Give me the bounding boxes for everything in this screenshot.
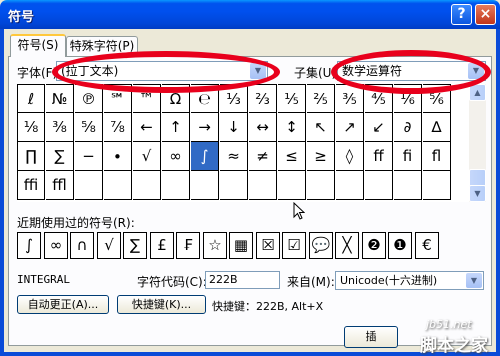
symbol-cell[interactable]: ∏ [17,142,45,171]
symbol-cell[interactable] [104,171,132,200]
symbol-cell[interactable]: ↑ [162,113,190,142]
symbol-cell[interactable] [423,171,451,200]
symbol-cell[interactable]: ∫ [191,142,219,171]
recent-symbol-cell[interactable]: € [415,232,439,259]
char-code-input[interactable]: 222B [205,271,280,289]
autocorrect-button[interactable]: 自动更正(A)... [17,295,109,314]
recent-symbol-cell[interactable]: ☒ [256,232,280,259]
from-select-value: Unicode(十六进制) [340,274,438,287]
mouse-cursor-icon [293,202,305,220]
recent-symbol-cell[interactable]: ╳ [335,232,359,259]
recent-symbol-cell[interactable]: ∫ [17,232,41,259]
char-code-label: 字符代码(C): [137,275,207,289]
symbol-cell[interactable] [307,171,335,200]
symbol-cell[interactable]: ↙ [365,113,393,142]
recent-symbol-cell[interactable]: √ [97,232,121,259]
recent-symbol-cell[interactable]: ❷ [362,232,386,259]
symbol-cell[interactable]: ↖ [307,113,335,142]
recent-symbol-cell[interactable]: ▦ [229,232,253,259]
symbol-cell[interactable]: ∙ [104,142,132,171]
symbol-cell[interactable]: ⅔ [249,84,277,113]
symbol-cell[interactable]: ⅛ [17,113,45,142]
symbol-cell[interactable] [220,171,248,200]
recent-symbol-cell[interactable]: ☑ [282,232,306,259]
insert-button[interactable]: 插 [344,326,398,348]
highlight-ellipse-font [52,51,280,93]
shortcut-key-button[interactable]: 快捷键(K)... [117,295,206,314]
symbol-cell[interactable]: ⅞ [104,113,132,142]
highlight-ellipse-subset [331,50,491,94]
symbol-cell[interactable]: → [191,113,219,142]
symbol-cell[interactable]: √ [133,142,161,171]
symbol-cell[interactable]: ﬀ [365,142,393,171]
scroll-up-arrow[interactable]: ▲ [469,84,486,101]
symbol-cell[interactable]: № [46,84,74,113]
symbol-cell[interactable]: ﬃ [17,171,45,200]
symbol-cell[interactable]: ℓ [17,84,45,113]
symbol-cell[interactable]: ⅕ [278,84,306,113]
recent-symbol-cell[interactable]: ∩ [70,232,94,259]
symbol-cell[interactable]: ≈ [220,142,248,171]
symbol-cell[interactable] [75,171,103,200]
from-select[interactable]: Unicode(十六进制) ▼ [335,271,484,290]
from-label: 来自(M): [287,275,335,289]
shortcut-key-text: 快捷键：222B, Alt+X [212,300,324,313]
symbol-cell[interactable] [162,171,190,200]
window-title: 符号 [8,10,35,25]
symbol-cell[interactable] [249,171,277,200]
symbol-cell[interactable]: ◊ [336,142,364,171]
symbol-cell[interactable]: − [75,142,103,171]
symbol-grid: ℓ № ℗ ℠ ™ Ω ℮ ⅓ ⅔ ⅕ ⅖ ⅗ ⅘ ⅙ ⅚ ⅛ ⅜ ⅝ ⅞ ← ↑ → ↓ ↔ ↕ ↖ ↗ ↙ ∂ ∆ ∏ ∑ − ∙ √ ∞ ∫ ≈ ≠ ≤… [17,84,469,202]
symbol-cell[interactable] [394,171,422,200]
symbol-cell[interactable] [278,171,306,200]
scroll-down-arrow[interactable]: ▼ [469,185,486,202]
tab-symbols[interactable]: 符号(S) [10,34,66,57]
symbol-cell[interactable]: ∆ [423,113,451,142]
symbol-cell[interactable]: ⅝ [75,113,103,142]
symbol-cell[interactable] [191,171,219,200]
recent-symbol-cell[interactable]: ❶ [388,232,412,259]
grid-scrollbar[interactable]: ▲ ▼ [469,84,486,202]
recent-symbol-cell[interactable]: ∑ [123,232,147,259]
symbol-cell[interactable]: ↔ [249,113,277,142]
symbol-cell[interactable]: ⅖ [307,84,335,113]
chevron-down-icon[interactable]: ▼ [466,273,482,288]
symbol-cell[interactable]: ≤ [278,142,306,171]
window-frame-right [496,29,500,356]
title-bar: 符号 ? × [0,0,500,29]
symbol-cell[interactable]: ∞ [162,142,190,171]
symbol-cell[interactable] [336,171,364,200]
close-button[interactable]: × [475,4,496,25]
symbol-cell[interactable]: ↕ [278,113,306,142]
symbol-cell[interactable]: ≠ [249,142,277,171]
symbol-cell[interactable]: ≥ [307,142,335,171]
recent-symbol-cell[interactable]: £ [150,232,174,259]
symbol-cell[interactable]: ⅜ [46,113,74,142]
recent-symbol-cell[interactable]: ☆ [203,232,227,259]
symbol-cell[interactable] [133,171,161,200]
symbol-cell[interactable]: ∑ [46,142,74,171]
recent-symbols-label: 近期使用过的符号(R): [17,216,135,230]
symbol-cell[interactable]: ← [133,113,161,142]
symbol-cell[interactable]: ↗ [336,113,364,142]
symbol-cell[interactable]: ∂ [394,113,422,142]
watermark-site: jb51.net [426,318,472,331]
window-frame-left [0,29,4,356]
symbol-cell[interactable] [365,171,393,200]
symbol-cell[interactable]: ﬂ [423,142,451,171]
symbol-cell[interactable]: ﬄ [46,171,74,200]
help-button[interactable]: ? [451,4,472,25]
recent-symbol-cell[interactable]: 💬 [309,232,333,259]
watermark-name: 脚本之家 [420,336,488,356]
character-name: INTEGRAL [17,273,70,286]
symbol-cell[interactable]: ↓ [220,113,248,142]
symbol-cell[interactable]: ﬁ [394,142,422,171]
recent-symbol-cell[interactable]: ∞ [44,232,68,259]
recent-symbol-cell[interactable]: ₣ [176,232,200,259]
